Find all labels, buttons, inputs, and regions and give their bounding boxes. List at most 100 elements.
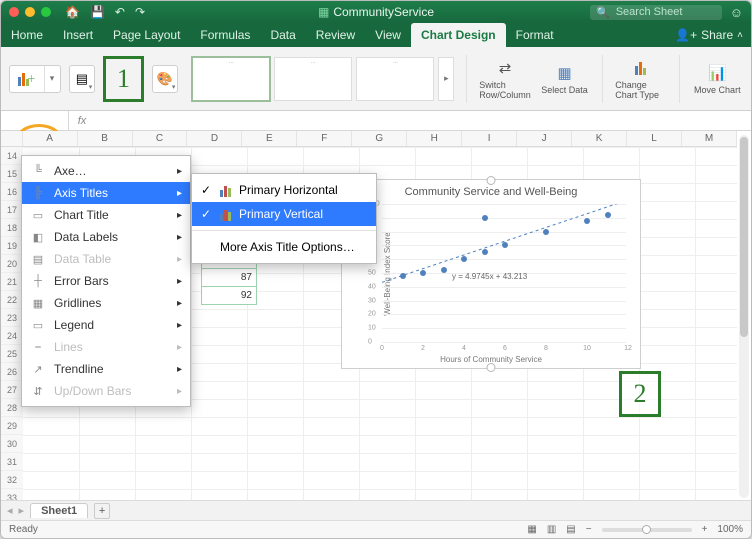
sheet-prev-icon[interactable]: ◂ xyxy=(7,504,13,517)
menu-item-data-labels[interactable]: ◧Data Labels▸ xyxy=(22,226,190,248)
zoom-out-icon[interactable]: − xyxy=(586,524,592,535)
add-sheet-button[interactable]: + xyxy=(94,503,110,519)
tab-page-layout[interactable]: Page Layout xyxy=(103,23,190,47)
tab-formulas[interactable]: Formulas xyxy=(190,23,260,47)
chart-title[interactable]: Community Service and Well-Being xyxy=(342,180,640,198)
row-header[interactable]: 26 xyxy=(1,363,23,381)
col-header[interactable]: M xyxy=(682,131,737,146)
chart-style-2[interactable]: ··· xyxy=(274,57,352,101)
minimize-window-icon[interactable] xyxy=(25,7,35,17)
data-point[interactable] xyxy=(461,256,467,262)
search-input[interactable] xyxy=(616,6,716,18)
row-header[interactable]: 33 xyxy=(1,489,23,500)
menu-item-chart-title[interactable]: ▭Chart Title▸ xyxy=(22,204,190,226)
collapse-ribbon-icon[interactable]: ˄ xyxy=(737,30,743,41)
quick-layout-button[interactable]: ▤▾ xyxy=(69,65,96,93)
col-header[interactable]: E xyxy=(242,131,297,146)
col-header[interactable]: F xyxy=(297,131,352,146)
data-point[interactable] xyxy=(502,242,508,248)
col-header[interactable]: J xyxy=(517,131,572,146)
menu-item-axe-[interactable]: ╚Axe…▸ xyxy=(22,160,190,182)
trendline-equation[interactable]: y = 4.9745x + 43.213 xyxy=(452,272,527,281)
close-window-icon[interactable] xyxy=(9,7,19,17)
qat-undo-icon[interactable]: ↶ xyxy=(115,5,125,19)
menu-item-error-bars[interactable]: ┼Error Bars▸ xyxy=(22,270,190,292)
tab-data[interactable]: Data xyxy=(260,23,305,47)
data-point[interactable] xyxy=(543,229,549,235)
menu-item-axis-titles[interactable]: ╠Axis Titles▸ xyxy=(22,182,190,204)
cell[interactable]: 92 xyxy=(201,287,257,305)
row-header[interactable]: 21 xyxy=(1,273,23,291)
row-header[interactable]: 20 xyxy=(1,255,23,273)
menu-primary-vertical[interactable]: ✓ Primary Vertical xyxy=(192,202,376,226)
fullscreen-window-icon[interactable] xyxy=(41,7,51,17)
menu-item-legend[interactable]: ▭Legend▸ xyxy=(22,314,190,336)
vertical-scrollbar[interactable] xyxy=(739,135,749,498)
zoom-label[interactable]: 100% xyxy=(717,524,743,535)
view-normal-icon[interactable]: ▦ xyxy=(527,524,536,535)
share-button[interactable]: Share xyxy=(701,28,733,42)
col-header[interactable] xyxy=(1,131,23,146)
row-header[interactable]: 23 xyxy=(1,309,23,327)
qat-home-icon[interactable]: 🏠 xyxy=(65,5,80,19)
data-point[interactable] xyxy=(400,273,406,279)
col-header[interactable]: I xyxy=(462,131,517,146)
col-header[interactable]: G xyxy=(352,131,407,146)
move-chart-button[interactable]: 📊Move Chart xyxy=(692,63,743,95)
row-header[interactable]: 24 xyxy=(1,327,23,345)
qat-save-icon[interactable]: 💾 xyxy=(90,5,105,19)
search-sheet[interactable]: 🔍 xyxy=(590,5,722,20)
menu-item-gridlines[interactable]: ▦Gridlines▸ xyxy=(22,292,190,314)
sheet-tab-sheet1[interactable]: Sheet1 xyxy=(30,503,88,518)
data-point[interactable] xyxy=(605,212,611,218)
name-box[interactable] xyxy=(1,111,69,130)
change-chart-type-button[interactable]: Change Chart Type xyxy=(615,58,666,100)
row-header[interactable]: 30 xyxy=(1,435,23,453)
cell[interactable]: 87 xyxy=(201,269,257,287)
chart-style-3[interactable]: ··· xyxy=(356,57,434,101)
row-header[interactable]: 19 xyxy=(1,237,23,255)
sheet-next-icon[interactable]: ▸ xyxy=(19,504,25,517)
data-point[interactable] xyxy=(441,267,447,273)
add-chart-element-button[interactable]: ＋ ▾ xyxy=(9,65,61,93)
tab-format[interactable]: Format xyxy=(506,23,564,47)
col-header[interactable]: L xyxy=(627,131,682,146)
col-header[interactable]: A xyxy=(23,131,78,146)
view-page-layout-icon[interactable]: ▥ xyxy=(547,524,556,535)
row-header[interactable]: 14 xyxy=(1,147,23,165)
view-page-break-icon[interactable]: ▤ xyxy=(566,524,575,535)
zoom-in-icon[interactable]: + xyxy=(702,524,708,535)
row-header[interactable]: 25 xyxy=(1,345,23,363)
change-colors-button[interactable]: 🎨▾ xyxy=(152,65,179,93)
tab-review[interactable]: Review xyxy=(306,23,365,47)
row-header[interactable]: 18 xyxy=(1,219,23,237)
tab-home[interactable]: Home xyxy=(1,23,53,47)
data-point[interactable] xyxy=(482,249,488,255)
feedback-icon[interactable]: ☺ xyxy=(730,5,743,20)
row-header[interactable]: 17 xyxy=(1,201,23,219)
col-header[interactable]: D xyxy=(187,131,242,146)
chart-style-1[interactable]: ··· xyxy=(192,57,270,101)
data-point[interactable] xyxy=(482,215,488,221)
fx-icon[interactable]: fx xyxy=(69,115,95,127)
select-data-button[interactable]: ▦Select Data xyxy=(539,63,590,95)
chart-style-next-icon[interactable]: ▸ xyxy=(438,57,454,101)
col-header[interactable]: B xyxy=(78,131,133,146)
row-header[interactable]: 32 xyxy=(1,471,23,489)
row-header[interactable]: 22 xyxy=(1,291,23,309)
col-header[interactable]: C xyxy=(133,131,188,146)
menu-primary-horizontal[interactable]: ✓ Primary Horizontal xyxy=(192,178,376,202)
menu-more-axis-title-options[interactable]: More Axis Title Options… xyxy=(192,235,376,259)
x-axis-title[interactable]: Hours of Community Service xyxy=(342,355,640,364)
row-header[interactable]: 16 xyxy=(1,183,23,201)
row-header[interactable]: 27 xyxy=(1,381,23,399)
zoom-slider[interactable] xyxy=(602,528,692,532)
data-point[interactable] xyxy=(584,218,590,224)
row-header[interactable]: 29 xyxy=(1,417,23,435)
switch-row-column-button[interactable]: ⇄Switch Row/Column xyxy=(479,58,531,100)
tab-chart-design[interactable]: Chart Design xyxy=(411,23,506,47)
qat-redo-icon[interactable]: ↷ xyxy=(135,5,145,19)
embedded-chart[interactable]: Community Service and Well-Being Well-Be… xyxy=(341,179,641,369)
tab-insert[interactable]: Insert xyxy=(53,23,103,47)
menu-item-trendline[interactable]: ↗Trendline▸ xyxy=(22,358,190,380)
